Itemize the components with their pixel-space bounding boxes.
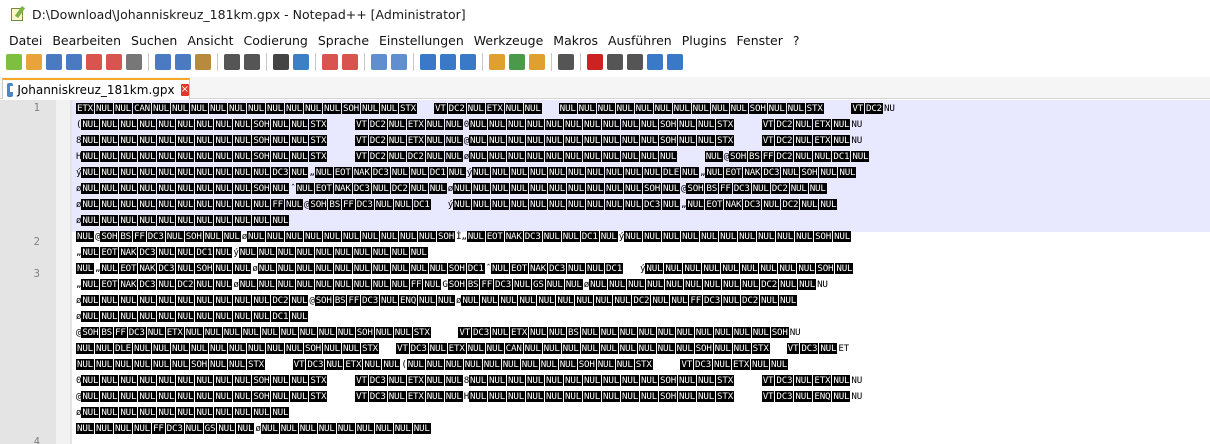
file-save-state-icon	[7, 82, 19, 97]
save-macro-icon[interactable]	[667, 54, 683, 70]
menu-datei[interactable]: Datei	[4, 33, 47, 48]
save-icon[interactable]	[46, 54, 62, 70]
editor-line[interactable]: 0NUL NUL NUL NUL NUL NUL NUL NUL NUL SOH NUL NUL STX…	[76, 374, 1210, 387]
title-bar: D:\Download\Johanniskreuz_181km.gpx - No…	[0, 0, 1210, 28]
line-number: 1	[33, 102, 40, 114]
close-all-icon[interactable]	[106, 54, 122, 70]
editor-line[interactable]: NUL NUL NUL NUL NUL NUL SOH NUL NUL STX VT DC3 NUL E…	[76, 358, 1210, 371]
menu-bar: Datei Bearbeiten Suchen Ansicht Codierung Spr…	[0, 30, 1210, 50]
editor-line[interactable]: (NUL NUL NUL NUL NUL NUL NUL NUL NUL SOH NUL NUL STX…	[76, 118, 1210, 131]
indent-guide-icon[interactable]	[460, 54, 476, 70]
editor-line[interactable]: øNUL NUL NUL NUL NUL NUL NUL NUL NUL NUL DC2 NUL @SO…	[76, 294, 1210, 307]
menu-bearbeiten[interactable]: Bearbeiten	[47, 33, 126, 48]
menu-plugins[interactable]: Plugins	[677, 33, 732, 48]
toolbar-separator	[217, 53, 218, 71]
editor-line[interactable]: @NUL NUL NUL NUL NUL NUL NUL NUL NUL SOH NUL NUL STX…	[76, 390, 1210, 403]
stop-macro-icon[interactable]	[607, 54, 623, 70]
menu-sprache[interactable]: Sprache	[313, 33, 374, 48]
zoom-out-icon[interactable]	[342, 54, 358, 70]
editor-line[interactable]: ýNUL NUL NUL NUL NUL NUL NUL NUL NUL NUL DC3 NUL „NU…	[76, 166, 1210, 179]
toolbar-separator	[413, 53, 414, 71]
toolbar-separator	[315, 53, 316, 71]
editor-line[interactable]: HNUL NUL NUL NUL NUL NUL NUL NUL NUL SOH NUL NUL STX…	[76, 150, 1210, 163]
menu-ansicht[interactable]: Ansicht	[182, 33, 238, 48]
menu-fenster[interactable]: Fenster	[732, 33, 788, 48]
tab-johanniskreuz[interactable]: Johanniskreuz_181km.gpx ×	[2, 78, 190, 99]
open-file-icon[interactable]	[26, 54, 42, 70]
toolbar-separator	[266, 53, 267, 71]
line-number: 2	[33, 236, 40, 248]
line-number: 4	[33, 436, 40, 444]
monitoring-icon[interactable]	[558, 54, 574, 70]
menu-ausführen[interactable]: Ausführen	[603, 33, 677, 48]
menu-werkzeuge[interactable]: Werkzeuge	[469, 33, 549, 48]
editor-line[interactable]: 8NUL NUL NUL NUL NUL NUL NUL NUL NUL SOH NUL NUL STX…	[76, 134, 1210, 147]
fold-margin[interactable]	[56, 100, 70, 444]
tab-close-icon[interactable]: ×	[180, 83, 189, 96]
editor-line[interactable]: NUL @SOH BS FF DC3 NUL SOH NUL NUL øNUL NUL NUL NUL N…	[76, 230, 1210, 243]
word-wrap-icon[interactable]	[420, 54, 436, 70]
doc-map-icon[interactable]	[489, 54, 505, 70]
show-all-chars-icon[interactable]	[440, 54, 456, 70]
editor-line[interactable]: NUL NUL DLE NUL NUL NUL NUL NUL NUL NUL NUL NUL SOH N…	[76, 342, 1210, 355]
sync-vertical-icon[interactable]	[371, 54, 387, 70]
replace-icon[interactable]	[293, 54, 309, 70]
folder-workspace-icon[interactable]	[529, 54, 545, 70]
toolbar	[0, 49, 1210, 75]
editor-line[interactable]: øNUL NUL NUL NUL NUL NUL NUL NUL NUL NUL NUL	[76, 406, 1210, 419]
close-icon[interactable]	[86, 54, 102, 70]
find-icon[interactable]	[273, 54, 289, 70]
menu-help[interactable]: ?	[788, 33, 805, 48]
menu-einstellungen[interactable]: Einstellungen	[374, 33, 469, 48]
toolbar-separator	[551, 53, 552, 71]
editor-line[interactable]: øNUL NUL NUL NUL NUL NUL NUL NUL NUL NUL FF NUL @SOH…	[76, 198, 1210, 211]
zoom-in-icon[interactable]	[322, 54, 338, 70]
editor-line[interactable]: @SOH BS FF DC3 NUL ETX NUL NUL NUL NUL NUL NUL NUL NU…	[76, 326, 1210, 339]
menu-codierung[interactable]: Codierung	[238, 33, 312, 48]
new-file-icon[interactable]	[6, 54, 22, 70]
editor-line[interactable]: NUL „NUL EOT NAK DC3 NUL SOH NUL NUL øNUL NUL NUL NU…	[76, 262, 1210, 275]
save-all-icon[interactable]	[66, 54, 82, 70]
editor-line[interactable]: ETX NUL NUL CAN NUL NUL NUL NUL NUL NUL NUL NUL NUL N…	[76, 102, 1210, 115]
editor-line[interactable]: øNUL NUL NUL NUL NUL NUL NUL NUL NUL SOH NUL ˆNUL EO…	[76, 182, 1210, 195]
editor-line[interactable]: „NUL EOT NAK DC3 NUL DC2 NUL NUL øNUL NUL NUL NUL NU…	[76, 278, 1210, 291]
run-macro-multiple-icon[interactable]	[647, 54, 663, 70]
editor-line[interactable]: øNUL NUL NUL NUL NUL NUL NUL NUL NUL NUL DC1 NUL	[76, 310, 1210, 323]
toolbar-separator	[364, 53, 365, 71]
sync-horizontal-icon[interactable]	[391, 54, 407, 70]
tab-bar: Johanniskreuz_181km.gpx ×	[0, 77, 1210, 99]
toolbar-separator	[580, 53, 581, 71]
print-icon[interactable]	[126, 54, 142, 70]
menu-makros[interactable]: Makros	[548, 33, 603, 48]
editor-area[interactable]: 1 2 3 4 ETX NUL NUL CAN NUL NUL NUL NUL NUL NUL NU…	[0, 100, 1210, 444]
function-list-icon[interactable]	[509, 54, 525, 70]
paste-icon[interactable]	[195, 54, 211, 70]
menu-suchen[interactable]: Suchen	[126, 33, 182, 48]
redo-icon[interactable]	[244, 54, 260, 70]
tab-label: Johanniskreuz_181km.gpx	[17, 82, 175, 97]
editor-line[interactable]: øNUL NUL NUL NUL NUL NUL NUL NUL NUL NUL NUL	[76, 214, 1210, 227]
notepad-plus-plus-icon	[10, 5, 26, 22]
cut-icon[interactable]	[155, 54, 171, 70]
toolbar-separator	[482, 53, 483, 71]
editor-line[interactable]: NUL NUL NUL NUL FF DC3 NUL GS NUL NUL øNUL NUL NUL NU…	[76, 422, 1210, 435]
editor-line[interactable]: „NUL EOT NAK DC3 NUL NUL DC1 NUL ýNUL NUL NUL NUL NU…	[76, 246, 1210, 259]
toolbar-separator	[148, 53, 149, 71]
play-macro-icon[interactable]	[627, 54, 643, 70]
copy-icon[interactable]	[175, 54, 191, 70]
window-title: D:\Download\Johanniskreuz_181km.gpx - No…	[32, 6, 466, 22]
record-macro-icon[interactable]	[587, 54, 603, 70]
line-number: 3	[33, 268, 40, 280]
undo-icon[interactable]	[224, 54, 240, 70]
